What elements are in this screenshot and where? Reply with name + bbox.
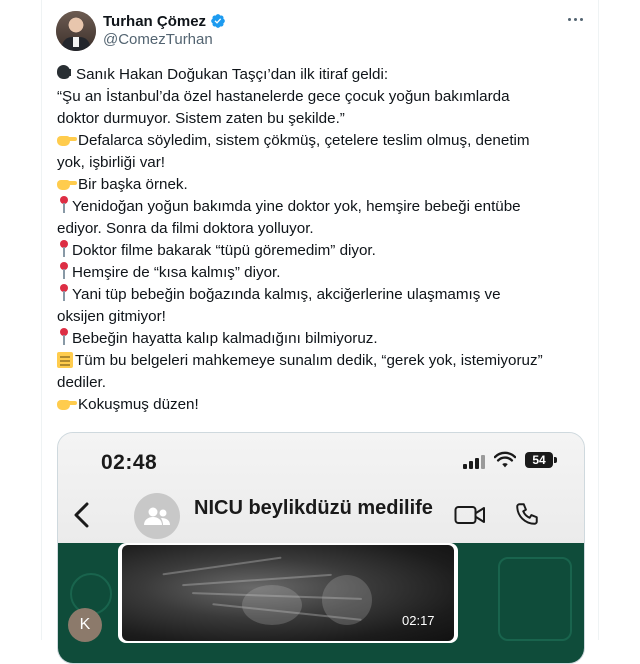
battery-tip [554,457,557,463]
tweet-line: Doktor filme bakarak “tüpü göremedim” di… [57,240,577,262]
scroll-icon [57,352,73,368]
tweet-text: Sanık Hakan Doğukan Taşçı’dan ilk itiraf… [57,64,577,416]
author-avatar[interactable] [56,11,96,51]
tweet-line-text: Yenidoğan yoğun bakımda yine doktor yok,… [72,198,521,215]
pushpin-icon [59,196,69,214]
verified-badge-icon [211,14,225,28]
pointing-hand-icon [57,133,77,147]
pointing-hand-icon [57,177,77,191]
tweet-line: Tüm bu belgeleri mahkemeye sunalım dedik… [57,350,577,372]
tweet-line: Defalarca söyledim, sistem çökmüş, çetel… [57,130,577,152]
tweet-line: Yenidoğan yoğun bakımda yine doktor yok,… [57,196,577,218]
video-call-icon [454,506,485,524]
tweet-line-text: Bebeğin hayatta kalıp kalmadığını bilmiy… [72,330,378,347]
pushpin-icon [59,262,69,280]
sender-avatar: K [68,608,102,642]
ellipsis-icon[interactable] [566,10,584,28]
tweet-line-text: “Şu an İstanbul’da özel hastanelerde gec… [57,88,510,105]
signal-icon [463,453,485,469]
tweet-line: Sanık Hakan Doğukan Taşçı’dan ilk itiraf… [57,64,577,86]
tweet-line-text: Sanık Hakan Doğukan Taşçı’dan ilk itiraf… [76,66,389,83]
tweet-line-text: Hemşire de “kısa kalmış” diyor. [72,264,281,281]
group-avatar-icon [134,493,180,539]
tweet-line-text: Kokuşmuş düzen! [78,396,199,413]
tweet-line: dediler. [57,372,577,394]
author-name[interactable]: Turhan Çömez [103,13,206,30]
tweet-line: doktor durmuyor. Sistem zaten bu şekilde… [57,108,577,130]
tweet-line-text: doktor durmuyor. Sistem zaten bu şekilde… [57,110,345,127]
tweet-line: ediyor. Sonra da filmi doktora yolluyor. [57,218,577,240]
pushpin-icon [59,328,69,346]
tweet-line: oksijen gitmiyor! [57,306,577,328]
phone-call-icon [516,503,538,525]
wifi-icon [494,451,516,468]
tweet-line: yok, işbirliği var! [57,152,577,174]
tweet-line-text: Doktor filme bakarak “tüpü göremedim” di… [72,242,376,259]
speaking-head-icon [57,64,75,82]
tweet-line: Yani tüp bebeğin boğazında kalmış, akciğ… [57,284,577,306]
tweet-line-text: ediyor. Sonra da filmi doktora yolluyor. [57,220,314,237]
pushpin-icon [59,284,69,302]
tweet-line: Bir başka örnek. [57,174,577,196]
status-bar-time: 02:48 [101,451,158,474]
tweet-line: Bebeğin hayatta kalıp kalmadığını bilmiy… [57,328,577,350]
tweet-line: Kokuşmuş düzen! [57,394,577,416]
author-handle[interactable]: @ComezTurhan [103,31,213,48]
tweet-line-text: dediler. [57,374,106,391]
tweet-line-text: yok, işbirliği var! [57,154,166,171]
tweet-line: “Şu an İstanbul’da özel hastanelerde gec… [57,86,577,108]
pointing-hand-icon [57,397,77,411]
battery-indicator: 54 [525,452,553,468]
tweet-line-text: oksijen gitmiyor! [57,308,166,325]
back-chevron-icon [74,502,89,528]
tweet-line-text: Tüm bu belgeleri mahkemeye sunalım dedik… [75,352,543,369]
tweet-line-text: Bir başka örnek. [78,176,188,193]
tweet-line-text: Yani tüp bebeğin boğazında kalmış, akciğ… [72,286,501,303]
tweet-line-text: Defalarca söyledim, sistem çökmüş, çetel… [78,132,530,149]
video-duration: 02:17 [402,613,435,628]
tweet-line: Hemşire de “kısa kalmış” diyor. [57,262,577,284]
pushpin-icon [59,240,69,258]
chat-title: NICU beylikdüzü medilife [194,497,433,519]
tweet-media-image[interactable]: 02:48 54 NICU beylikdüzü medilife 02:17 … [57,432,585,664]
author-name-row: Turhan Çömez [103,11,226,31]
